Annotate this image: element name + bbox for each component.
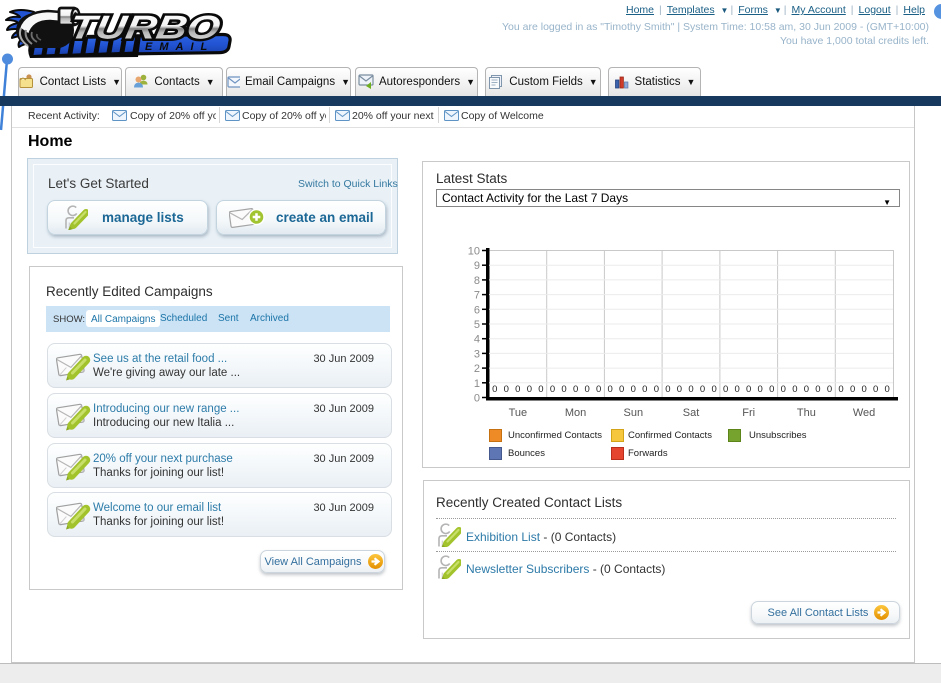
svg-text:Mon: Mon	[565, 407, 586, 419]
svg-text:7: 7	[474, 290, 480, 302]
svg-text:0: 0	[758, 384, 763, 395]
svg-text:0: 0	[838, 384, 843, 395]
svg-text:0: 0	[804, 384, 809, 395]
svg-text:0: 0	[561, 384, 566, 395]
svg-text:0: 0	[792, 384, 797, 395]
svg-text:Tue: Tue	[509, 407, 528, 419]
svg-text:Thu: Thu	[797, 407, 816, 419]
svg-text:0: 0	[873, 384, 878, 395]
svg-text:0: 0	[573, 384, 578, 395]
svg-text:9: 9	[474, 260, 480, 272]
svg-text:4: 4	[474, 334, 480, 346]
svg-text:0: 0	[584, 384, 589, 395]
svg-text:0: 0	[492, 384, 497, 395]
svg-text:0: 0	[827, 384, 832, 395]
svg-text:0: 0	[538, 384, 543, 395]
svg-text:0: 0	[665, 384, 670, 395]
svg-text:Wed: Wed	[853, 407, 875, 419]
svg-text:0: 0	[527, 384, 532, 395]
svg-text:Sat: Sat	[683, 407, 700, 419]
svg-text:0: 0	[723, 384, 728, 395]
svg-text:0: 0	[688, 384, 693, 395]
svg-text:8: 8	[474, 275, 480, 287]
svg-text:0: 0	[885, 384, 890, 395]
svg-text:0: 0	[700, 384, 705, 395]
svg-text:0: 0	[746, 384, 751, 395]
svg-text:0: 0	[711, 384, 716, 395]
svg-text:0: 0	[850, 384, 855, 395]
svg-text:Sun: Sun	[624, 407, 644, 419]
svg-text:0: 0	[677, 384, 682, 395]
svg-text:0: 0	[619, 384, 624, 395]
svg-text:Fri: Fri	[742, 407, 755, 419]
svg-text:0: 0	[642, 384, 647, 395]
svg-text:0: 0	[504, 384, 509, 395]
svg-text:0: 0	[474, 393, 480, 405]
svg-text:0: 0	[596, 384, 601, 395]
svg-text:5: 5	[474, 319, 480, 331]
svg-text:0: 0	[550, 384, 555, 395]
svg-text:0: 0	[631, 384, 636, 395]
svg-text:0: 0	[515, 384, 520, 395]
svg-text:1: 1	[474, 378, 480, 390]
svg-text:3: 3	[474, 348, 480, 360]
svg-text:10: 10	[468, 246, 480, 258]
svg-text:0: 0	[781, 384, 786, 395]
svg-text:0: 0	[608, 384, 613, 395]
svg-text:0: 0	[815, 384, 820, 395]
svg-text:0: 0	[735, 384, 740, 395]
svg-text:EMAIL: EMAIL	[145, 41, 214, 53]
svg-text:0: 0	[769, 384, 774, 395]
svg-text:0: 0	[654, 384, 659, 395]
svg-text:6: 6	[474, 304, 480, 316]
svg-text:0: 0	[861, 384, 866, 395]
svg-text:2: 2	[474, 363, 480, 375]
